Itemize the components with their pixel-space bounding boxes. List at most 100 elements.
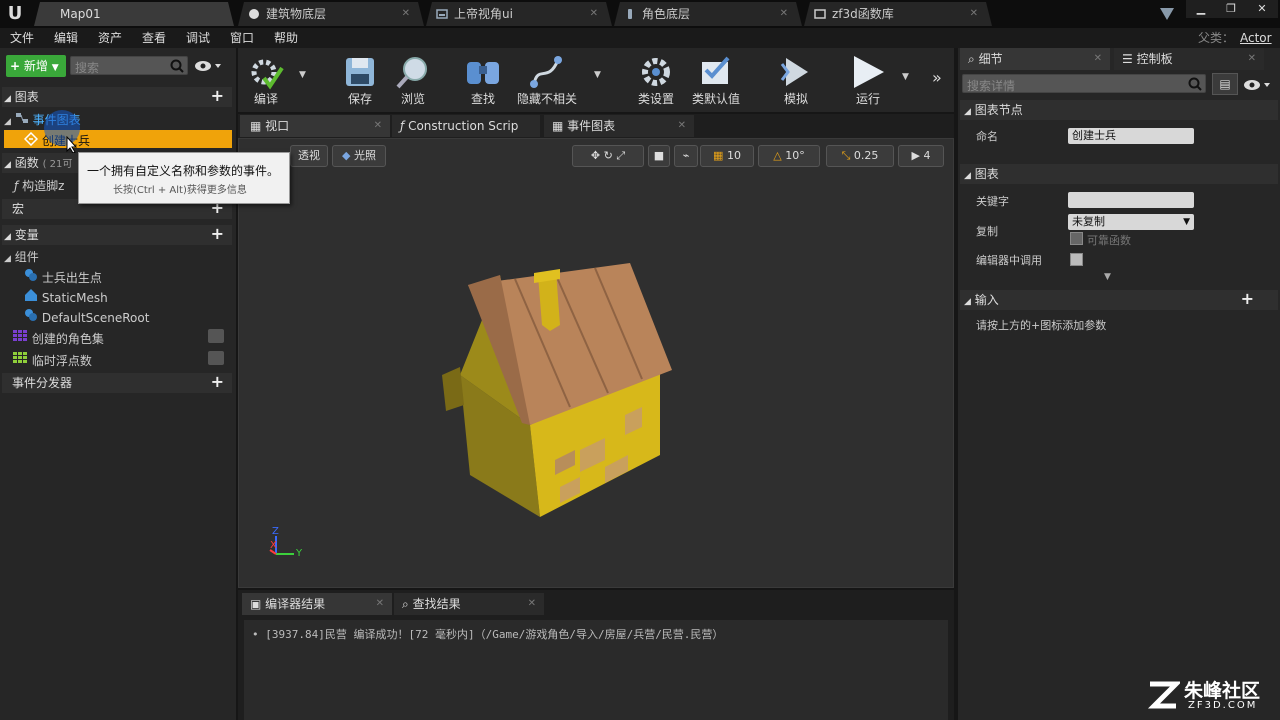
selected-event-row[interactable]: 创建士兵: [4, 130, 232, 148]
compile-button[interactable]: 编译: [236, 52, 296, 108]
translate-icon[interactable]: ✥: [591, 149, 600, 162]
compile-options-arrow-icon[interactable]: ▼: [299, 70, 306, 80]
keywords-field[interactable]: [1068, 192, 1194, 208]
functions-section-header[interactable]: ◢ 函数 ( 21可: [2, 153, 78, 173]
find-button[interactable]: 查找: [453, 52, 513, 108]
tab-palette-label: 控制板: [1136, 52, 1173, 66]
maximize-button[interactable]: ❐: [1216, 0, 1246, 18]
close-window-button[interactable]: ✕: [1246, 0, 1278, 18]
close-icon[interactable]: ✕: [374, 115, 382, 137]
component-item[interactable]: DefaultSceneRoot: [24, 308, 149, 325]
minimize-button[interactable]: ▁: [1186, 0, 1216, 18]
add-graph-icon[interactable]: +: [211, 87, 224, 105]
component-item[interactable]: 士兵出生点: [24, 268, 102, 286]
menu-debug[interactable]: 调试: [186, 28, 210, 48]
menu-view[interactable]: 查看: [142, 28, 166, 48]
tab-palette[interactable]: ☰ 控制板 ✕: [1114, 48, 1264, 70]
class-settings-label: 类设置: [637, 92, 674, 106]
surface-snap-toggle[interactable]: ⌁: [674, 145, 698, 167]
graph-section-header[interactable]: ◢ 图表: [960, 164, 1278, 184]
hide-unrelated-button[interactable]: 隐藏不相关: [512, 52, 582, 108]
graph-section-label: 图表: [974, 167, 999, 181]
view-options-eye-icon[interactable]: [193, 58, 225, 74]
reliable-checkbox[interactable]: [1070, 232, 1083, 245]
save-button[interactable]: 保存: [330, 52, 390, 108]
tab-construction-script[interactable]: ƒ Construction Scrip: [392, 115, 540, 137]
call-in-editor-checkbox[interactable]: [1070, 253, 1083, 266]
close-icon[interactable]: ✕: [402, 2, 410, 26]
menu-asset[interactable]: 资产: [98, 28, 122, 48]
close-icon[interactable]: ✕: [678, 115, 686, 137]
close-icon[interactable]: ✕: [970, 2, 978, 26]
rotate-icon[interactable]: ↻: [604, 149, 613, 162]
lit-mode-button[interactable]: ◆ 光照: [332, 145, 386, 167]
toolbar-overflow-icon[interactable]: »: [932, 68, 942, 87]
construction-script-item[interactable]: ƒ 构造脚z: [14, 177, 64, 194]
simulate-button[interactable]: 模拟: [766, 52, 826, 108]
tab-function-library[interactable]: zf3d函数库 ✕: [804, 2, 992, 26]
close-icon[interactable]: ✕: [528, 593, 536, 615]
tab-find-results[interactable]: ⌕ 查找结果 ✕: [394, 593, 544, 615]
replication-dropdown[interactable]: 未复制 ▼: [1068, 214, 1194, 230]
close-icon[interactable]: ✕: [780, 2, 788, 26]
close-icon[interactable]: ✕: [1094, 48, 1102, 70]
graph-node-section-header[interactable]: ◢ 图表节点: [960, 100, 1278, 120]
component-item[interactable]: StaticMesh: [24, 288, 108, 305]
view-options-eye-icon[interactable]: [1242, 77, 1274, 93]
hide-unrelated-label: 隐藏不相关: [516, 92, 577, 106]
class-settings-button[interactable]: 类设置: [626, 52, 686, 108]
tab-building-base[interactable]: 建筑物底层 ✕: [238, 2, 424, 26]
dispatchers-section-header[interactable]: 事件分发器 +: [2, 373, 232, 393]
variable-item[interactable]: 临时浮点数: [12, 351, 228, 369]
add-dispatcher-icon[interactable]: +: [211, 373, 224, 391]
menu-help[interactable]: 帮助: [274, 28, 298, 48]
perspective-button[interactable]: 透视: [290, 145, 328, 167]
play-options-arrow-icon[interactable]: ▼: [902, 72, 909, 82]
components-category[interactable]: ◢ 组件: [4, 248, 39, 265]
name-field[interactable]: 创建士兵: [1068, 128, 1194, 144]
hide-unrelated-icon: [530, 56, 562, 88]
hide-options-arrow-icon[interactable]: ▼: [594, 70, 601, 80]
grid-snap-control[interactable]: ▦ 10: [700, 145, 754, 167]
transform-tools[interactable]: ✥ ↻ ⤢: [572, 145, 644, 167]
tab-details[interactable]: ⌕ 细节 ✕: [960, 48, 1110, 70]
add-variable-icon[interactable]: +: [211, 225, 224, 243]
tab-character-base[interactable]: 角色底层 ✕: [614, 2, 802, 26]
tab-map01[interactable]: Map01: [34, 2, 234, 26]
menu-window[interactable]: 窗口: [230, 28, 254, 48]
add-input-icon[interactable]: +: [1241, 290, 1254, 308]
visibility-toggle[interactable]: [208, 351, 224, 365]
save-disk-icon: [346, 58, 374, 86]
rotation-snap-control[interactable]: △ 10°: [758, 145, 820, 167]
details-search-input[interactable]: 搜索详情: [962, 74, 1206, 93]
house-mesh[interactable]: [430, 255, 680, 520]
close-icon[interactable]: ✕: [376, 593, 384, 615]
variable-item[interactable]: 创建的角色集: [12, 329, 228, 347]
tab-overflow-icon[interactable]: [1158, 6, 1176, 22]
play-button[interactable]: 运行: [838, 52, 898, 108]
inputs-section-header[interactable]: ◢ 输入 +: [960, 290, 1278, 310]
compiler-log: • [3937.84]民营 编译成功！[72 毫秒内]（/Game/游戏角色/导…: [244, 620, 948, 720]
close-icon[interactable]: ✕: [590, 2, 598, 26]
class-defaults-button[interactable]: 类默认值: [686, 52, 746, 108]
variables-section-header[interactable]: ◢ 变量 +: [2, 225, 232, 245]
browse-button[interactable]: 浏览: [383, 52, 443, 108]
add-new-button[interactable]: + 新增 ▼: [6, 55, 66, 77]
parent-class-link[interactable]: Actor: [1240, 28, 1272, 48]
property-matrix-button[interactable]: ▤: [1212, 73, 1238, 95]
tab-viewport[interactable]: ▦ 视口 ✕: [240, 115, 390, 137]
menu-edit[interactable]: 编辑: [54, 28, 78, 48]
camera-speed-control[interactable]: ▶ 4: [898, 145, 944, 167]
menu-file[interactable]: 文件: [10, 28, 34, 48]
scale-icon[interactable]: ⤢: [616, 149, 625, 162]
scale-snap-control[interactable]: ⤡ 0.25: [826, 145, 894, 167]
close-icon[interactable]: ✕: [1248, 48, 1256, 70]
tab-event-graph[interactable]: ▦ 事件图表 ✕: [544, 115, 694, 137]
advanced-expand-icon[interactable]: ▼: [1104, 272, 1111, 282]
world-local-toggle[interactable]: ■: [648, 145, 670, 167]
tab-compiler-results[interactable]: ▣ 编译器结果 ✕: [242, 593, 392, 615]
tab-god-view-ui[interactable]: 上帝视角ui ✕: [426, 2, 612, 26]
graphs-section-header[interactable]: ◢ 图表 +: [2, 87, 232, 107]
visibility-toggle[interactable]: [208, 329, 224, 343]
mybp-search-input[interactable]: 搜索: [70, 56, 188, 75]
